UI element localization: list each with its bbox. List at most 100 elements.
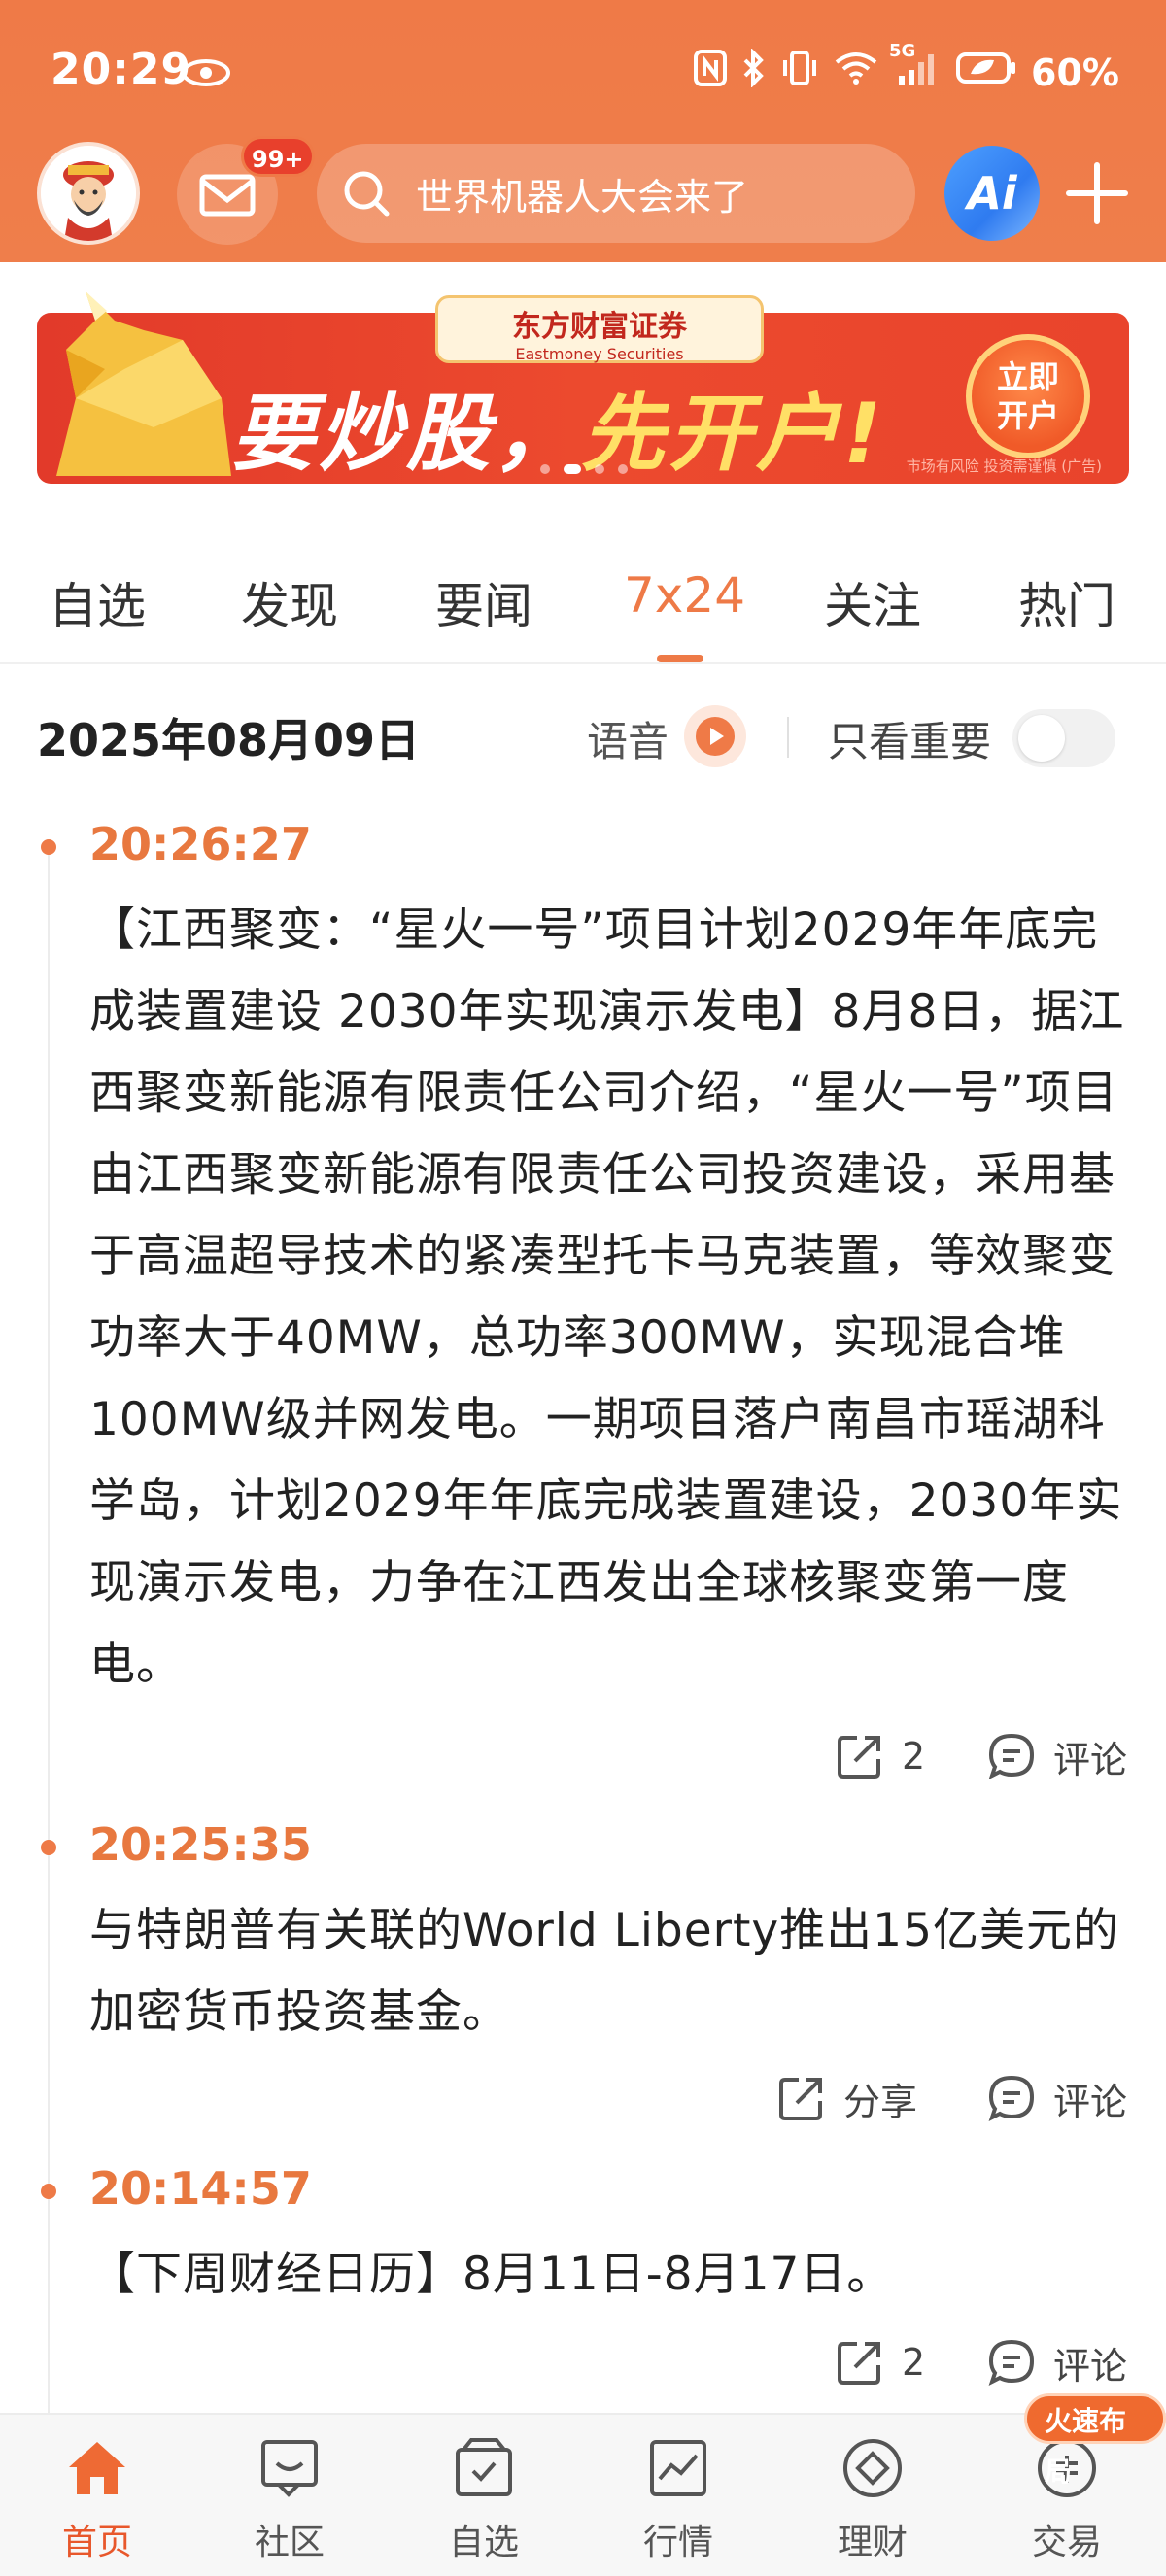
- carousel-dot-active: [564, 464, 581, 474]
- tab-discover[interactable]: 发现: [241, 567, 338, 637]
- timeline-dot: [41, 839, 56, 855]
- open-account-line1: 立即: [996, 358, 1059, 395]
- carousel-dot: [540, 464, 550, 474]
- voice-play-button[interactable]: [684, 705, 746, 767]
- nav-home[interactable]: 首页: [29, 2434, 165, 2564]
- carousel-dot: [618, 464, 628, 474]
- status-bar: 20:29 5G 60%: [51, 41, 1119, 103]
- risk-disclaimer: 市场有风险 投资需谨慎 (广告): [906, 458, 1102, 475]
- nav-watchlist[interactable]: 自选: [416, 2434, 552, 2564]
- slogan-part1: 要炒股，: [231, 386, 581, 483]
- share-icon: [779, 2078, 822, 2120]
- ad-banner[interactable]: 东方财富证券 Eastmoney Securities 要炒股，先开户! 立即 …: [37, 291, 1129, 484]
- search-icon: [338, 165, 396, 227]
- timeline-dot: [41, 1840, 56, 1855]
- news-content: 【下周财经日历】8月11日-8月17日。: [89, 2248, 894, 2301]
- top-header: 20:29 5G 60% 99+ 世界机器人大会来了 Ai: [0, 0, 1166, 262]
- plus-button[interactable]: [1063, 159, 1131, 227]
- tab-following[interactable]: 关注: [824, 567, 921, 637]
- news-time: 20:26:27: [89, 818, 312, 870]
- market-icon: [650, 2440, 706, 2496]
- tab-headlines[interactable]: 要闻: [435, 567, 532, 637]
- nav-label: 社区: [254, 2523, 325, 2562]
- carousel-dots: [540, 464, 628, 474]
- ai-assistant-button[interactable]: Ai: [944, 146, 1040, 241]
- cellular-signal-icon: 5G: [889, 41, 942, 96]
- news-time: 20:25:35: [89, 1818, 312, 1871]
- share-count: 2: [902, 1735, 926, 1778]
- comment-label: 评论: [1053, 2344, 1128, 2388]
- timeline-dot: [41, 2184, 56, 2199]
- important-only-label: 只看重要: [828, 718, 992, 765]
- home-icon: [69, 2442, 125, 2494]
- news-actions: 分享 评论: [0, 2069, 1166, 2127]
- speed-layout-tag[interactable]: 火速布局: [1024, 2393, 1166, 2488]
- voice-label[interactable]: 语音: [587, 709, 669, 768]
- plus-icon: [1066, 162, 1128, 224]
- tab-watchlist[interactable]: 自选: [49, 567, 146, 637]
- comment-icon: [988, 2075, 1035, 2121]
- brand-name-cn: 东方财富证券: [512, 310, 687, 344]
- share-label: 分享: [843, 2080, 918, 2123]
- watchlist-icon: [456, 2438, 512, 2496]
- brand-label: 东方财富证券 Eastmoney Securities: [435, 295, 764, 363]
- important-only-toggle[interactable]: [1012, 709, 1115, 767]
- top-toolbar: 99+ 世界机器人大会来了 Ai: [0, 136, 1166, 249]
- share-button[interactable]: 2: [836, 1727, 925, 1785]
- vibrate-icon: [780, 49, 819, 96]
- open-account-button[interactable]: 立即 开户: [966, 334, 1090, 458]
- eye-icon: [181, 58, 231, 91]
- share-button[interactable]: 2: [836, 2333, 925, 2391]
- toggle-knob: [1018, 715, 1065, 762]
- bottom-nav: 首页 社区 自选 行情 理财 交易 火速布局: [0, 2393, 1166, 2576]
- status-right: 5G 60%: [693, 41, 1119, 96]
- news-actions: 2 评论: [0, 1727, 1166, 1785]
- wealth-icon: [843, 2439, 902, 2497]
- news-time: 20:14:57: [89, 2162, 312, 2215]
- comment-button[interactable]: 评论: [987, 2069, 1127, 2127]
- bluetooth-icon: [741, 48, 767, 96]
- community-icon: [261, 2440, 318, 2497]
- nav-label: 理财: [837, 2523, 908, 2562]
- search-placeholder: 世界机器人大会来了: [416, 176, 749, 219]
- avatar[interactable]: [37, 142, 140, 245]
- divider: [787, 717, 789, 758]
- news-content: 【江西聚变：“星火一号”项目计划2029年年底完成装置建设 2030年实现演示发…: [89, 903, 1125, 1691]
- tab-7x24[interactable]: 7x24: [624, 567, 745, 624]
- comment-button[interactable]: 评论: [987, 2333, 1127, 2391]
- nav-wealth[interactable]: 理财: [805, 2434, 941, 2564]
- share-icon: [838, 2342, 880, 2385]
- tab-hot[interactable]: 热门: [1018, 567, 1115, 637]
- share-icon: [838, 1736, 880, 1779]
- nav-label: 行情: [642, 2523, 713, 2562]
- search-bar[interactable]: 世界机器人大会来了: [317, 144, 915, 243]
- battery-icon: [955, 49, 1017, 96]
- nav-label: 交易: [1031, 2523, 1102, 2562]
- brand-name-en: Eastmoney Securities: [515, 345, 684, 363]
- play-icon: [696, 717, 735, 756]
- comment-label: 评论: [1053, 2080, 1128, 2123]
- news-actions: 2 评论: [0, 2333, 1166, 2391]
- feed-date: 2025年08月09日: [37, 714, 421, 766]
- nfc-icon: [693, 49, 728, 96]
- open-account-line2: 开户: [996, 397, 1059, 434]
- timeline-line: [48, 847, 50, 2413]
- comment-label: 评论: [1053, 1738, 1128, 1781]
- mail-unread-badge: 99+: [241, 136, 315, 177]
- network-type: 5G: [889, 41, 916, 61]
- nav-community[interactable]: 社区: [222, 2434, 358, 2564]
- news-content: 与特朗普有关联的World Liberty推出15亿美元的加密货币投资基金。: [89, 1904, 1119, 2039]
- active-tab-indicator: [657, 655, 703, 662]
- wifi-icon: [833, 49, 879, 96]
- nav-label: 自选: [448, 2523, 519, 2562]
- status-time: 20:29: [51, 45, 192, 94]
- carousel-dot: [595, 464, 604, 474]
- share-button[interactable]: 分享: [777, 2069, 917, 2127]
- golden-bull-icon: [56, 291, 231, 476]
- nav-market[interactable]: 行情: [610, 2434, 746, 2564]
- share-count: 2: [902, 2341, 926, 2384]
- comment-button[interactable]: 评论: [987, 1727, 1127, 1785]
- battery-percent: 60%: [1031, 51, 1119, 94]
- feed-header: 2025年08月09日 语音 只看重要: [0, 699, 1166, 777]
- comment-icon: [988, 1733, 1035, 1779]
